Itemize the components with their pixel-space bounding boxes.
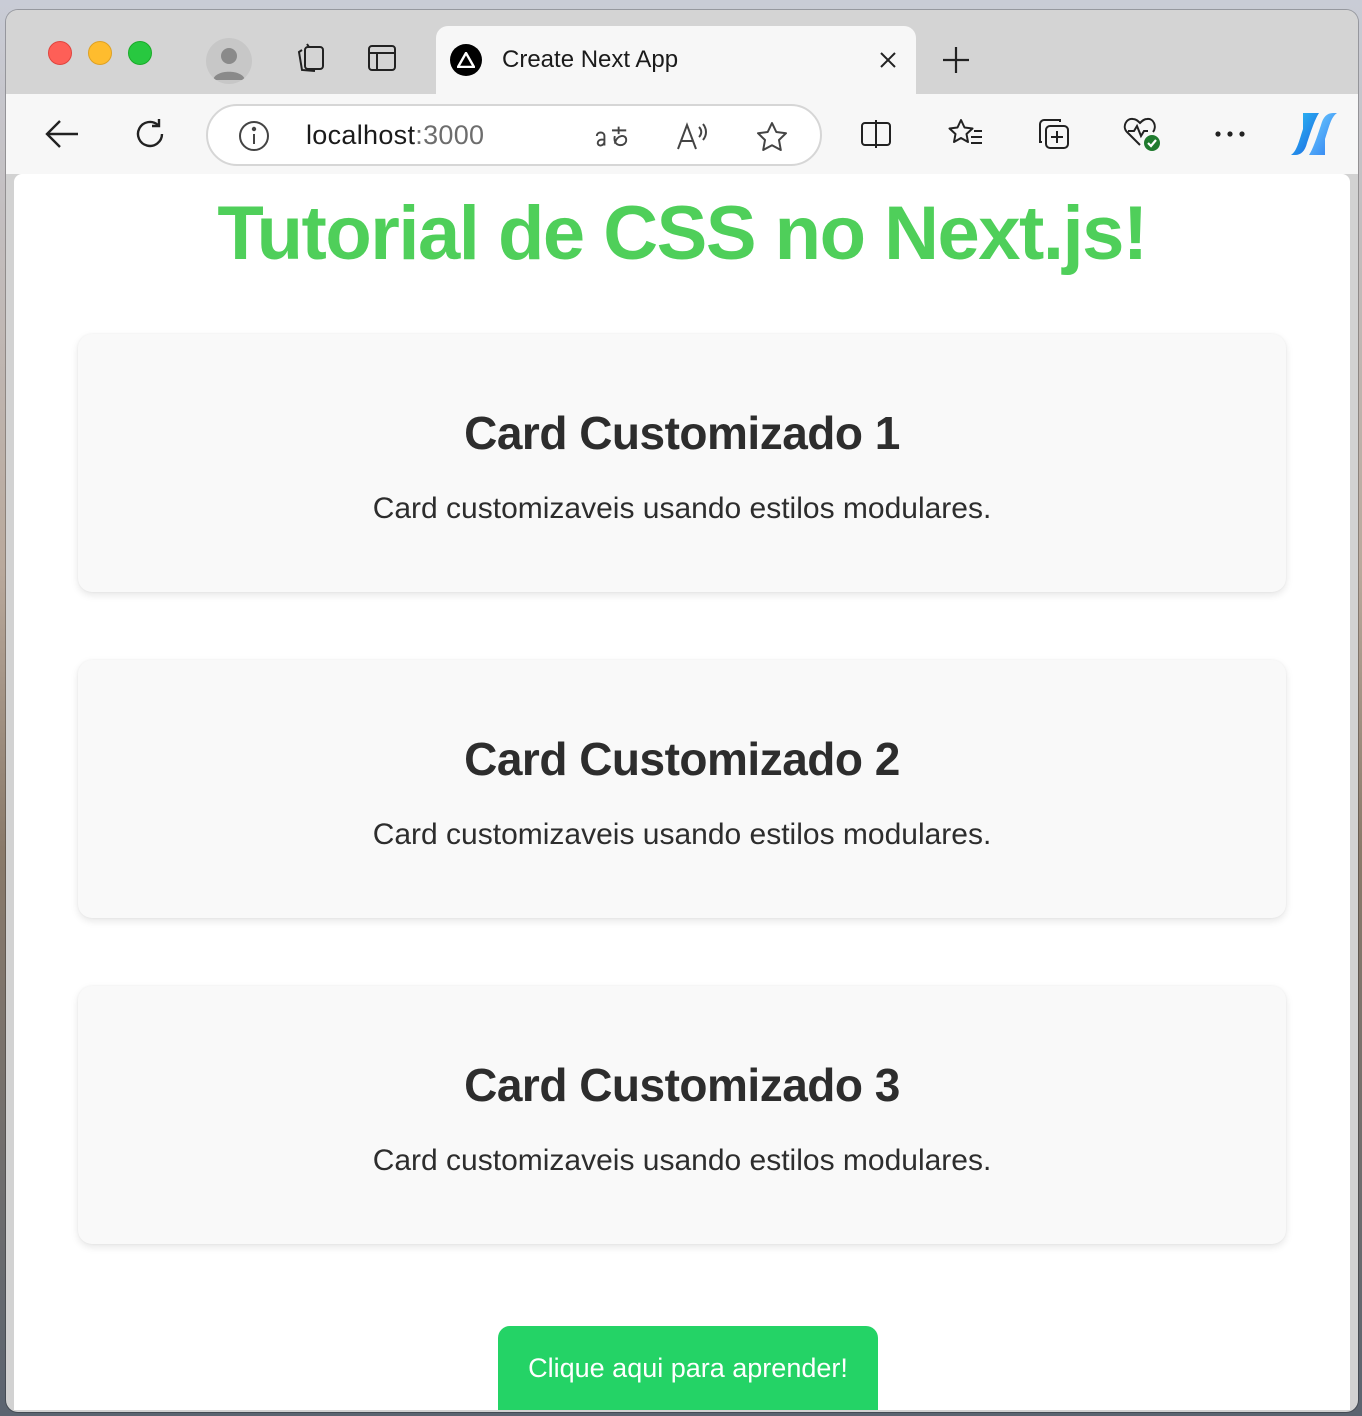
read-aloud-icon[interactable] bbox=[674, 119, 710, 155]
favorites-icon[interactable] bbox=[944, 112, 988, 156]
tab-create-next-app[interactable]: Create Next App bbox=[436, 26, 916, 96]
url-text: localhost:3000 bbox=[306, 120, 484, 151]
back-icon[interactable] bbox=[40, 112, 84, 156]
card-text: Card customizaveis usando estilos modula… bbox=[372, 492, 992, 525]
card-title: Card Customizado 3 bbox=[464, 1059, 900, 1111]
card-2: Card Customizado 2 Card customizaveis us… bbox=[78, 660, 1286, 918]
info-icon[interactable] bbox=[238, 120, 270, 152]
split-screen-icon[interactable] bbox=[854, 112, 898, 156]
more-icon[interactable] bbox=[1208, 112, 1252, 156]
favorite-star-icon[interactable] bbox=[754, 119, 790, 155]
reload-icon[interactable] bbox=[128, 112, 172, 156]
card-text: Card customizaveis usando estilos modula… bbox=[372, 818, 992, 851]
minimize-window-button[interactable] bbox=[88, 41, 112, 65]
address-bar[interactable]: localhost:3000 bbox=[206, 104, 822, 166]
card-title: Card Customizado 1 bbox=[464, 407, 900, 459]
card-text: Card customizaveis usando estilos modula… bbox=[372, 1144, 992, 1177]
page-viewport: Tutorial de CSS no Next.js! Card Customi… bbox=[14, 174, 1350, 1410]
browser-essentials-icon[interactable] bbox=[1120, 112, 1164, 156]
page-title: Tutorial de CSS no Next.js! bbox=[217, 191, 1148, 276]
new-tab-icon[interactable] bbox=[936, 40, 976, 80]
collections-icon[interactable] bbox=[1032, 112, 1076, 156]
card-title: Card Customizado 2 bbox=[464, 733, 900, 785]
copilot-icon[interactable] bbox=[1288, 110, 1340, 158]
browser-window: Create Next App localhost:3000 Tutorial … bbox=[6, 10, 1358, 1412]
tab-strip: Create Next App bbox=[6, 10, 1358, 96]
workspaces-icon[interactable] bbox=[290, 38, 330, 78]
card-1: Card Customizado 1 Card customizaveis us… bbox=[78, 334, 1286, 592]
close-window-button[interactable] bbox=[48, 41, 72, 65]
translate-icon[interactable] bbox=[594, 119, 630, 155]
maximize-window-button[interactable] bbox=[128, 41, 152, 65]
vertical-tabs-icon[interactable] bbox=[362, 38, 402, 78]
url-port: :3000 bbox=[415, 120, 485, 150]
close-tab-icon[interactable] bbox=[874, 46, 902, 74]
browser-toolbar: localhost:3000 bbox=[6, 94, 1358, 174]
tab-title: Create Next App bbox=[502, 46, 679, 73]
nextjs-triangle-icon bbox=[450, 44, 482, 76]
learn-button[interactable]: Clique aqui para aprender! bbox=[498, 1326, 878, 1410]
card-3: Card Customizado 3 Card customizaveis us… bbox=[78, 986, 1286, 1244]
profile-icon[interactable] bbox=[206, 38, 252, 84]
url-host: localhost bbox=[306, 120, 416, 150]
